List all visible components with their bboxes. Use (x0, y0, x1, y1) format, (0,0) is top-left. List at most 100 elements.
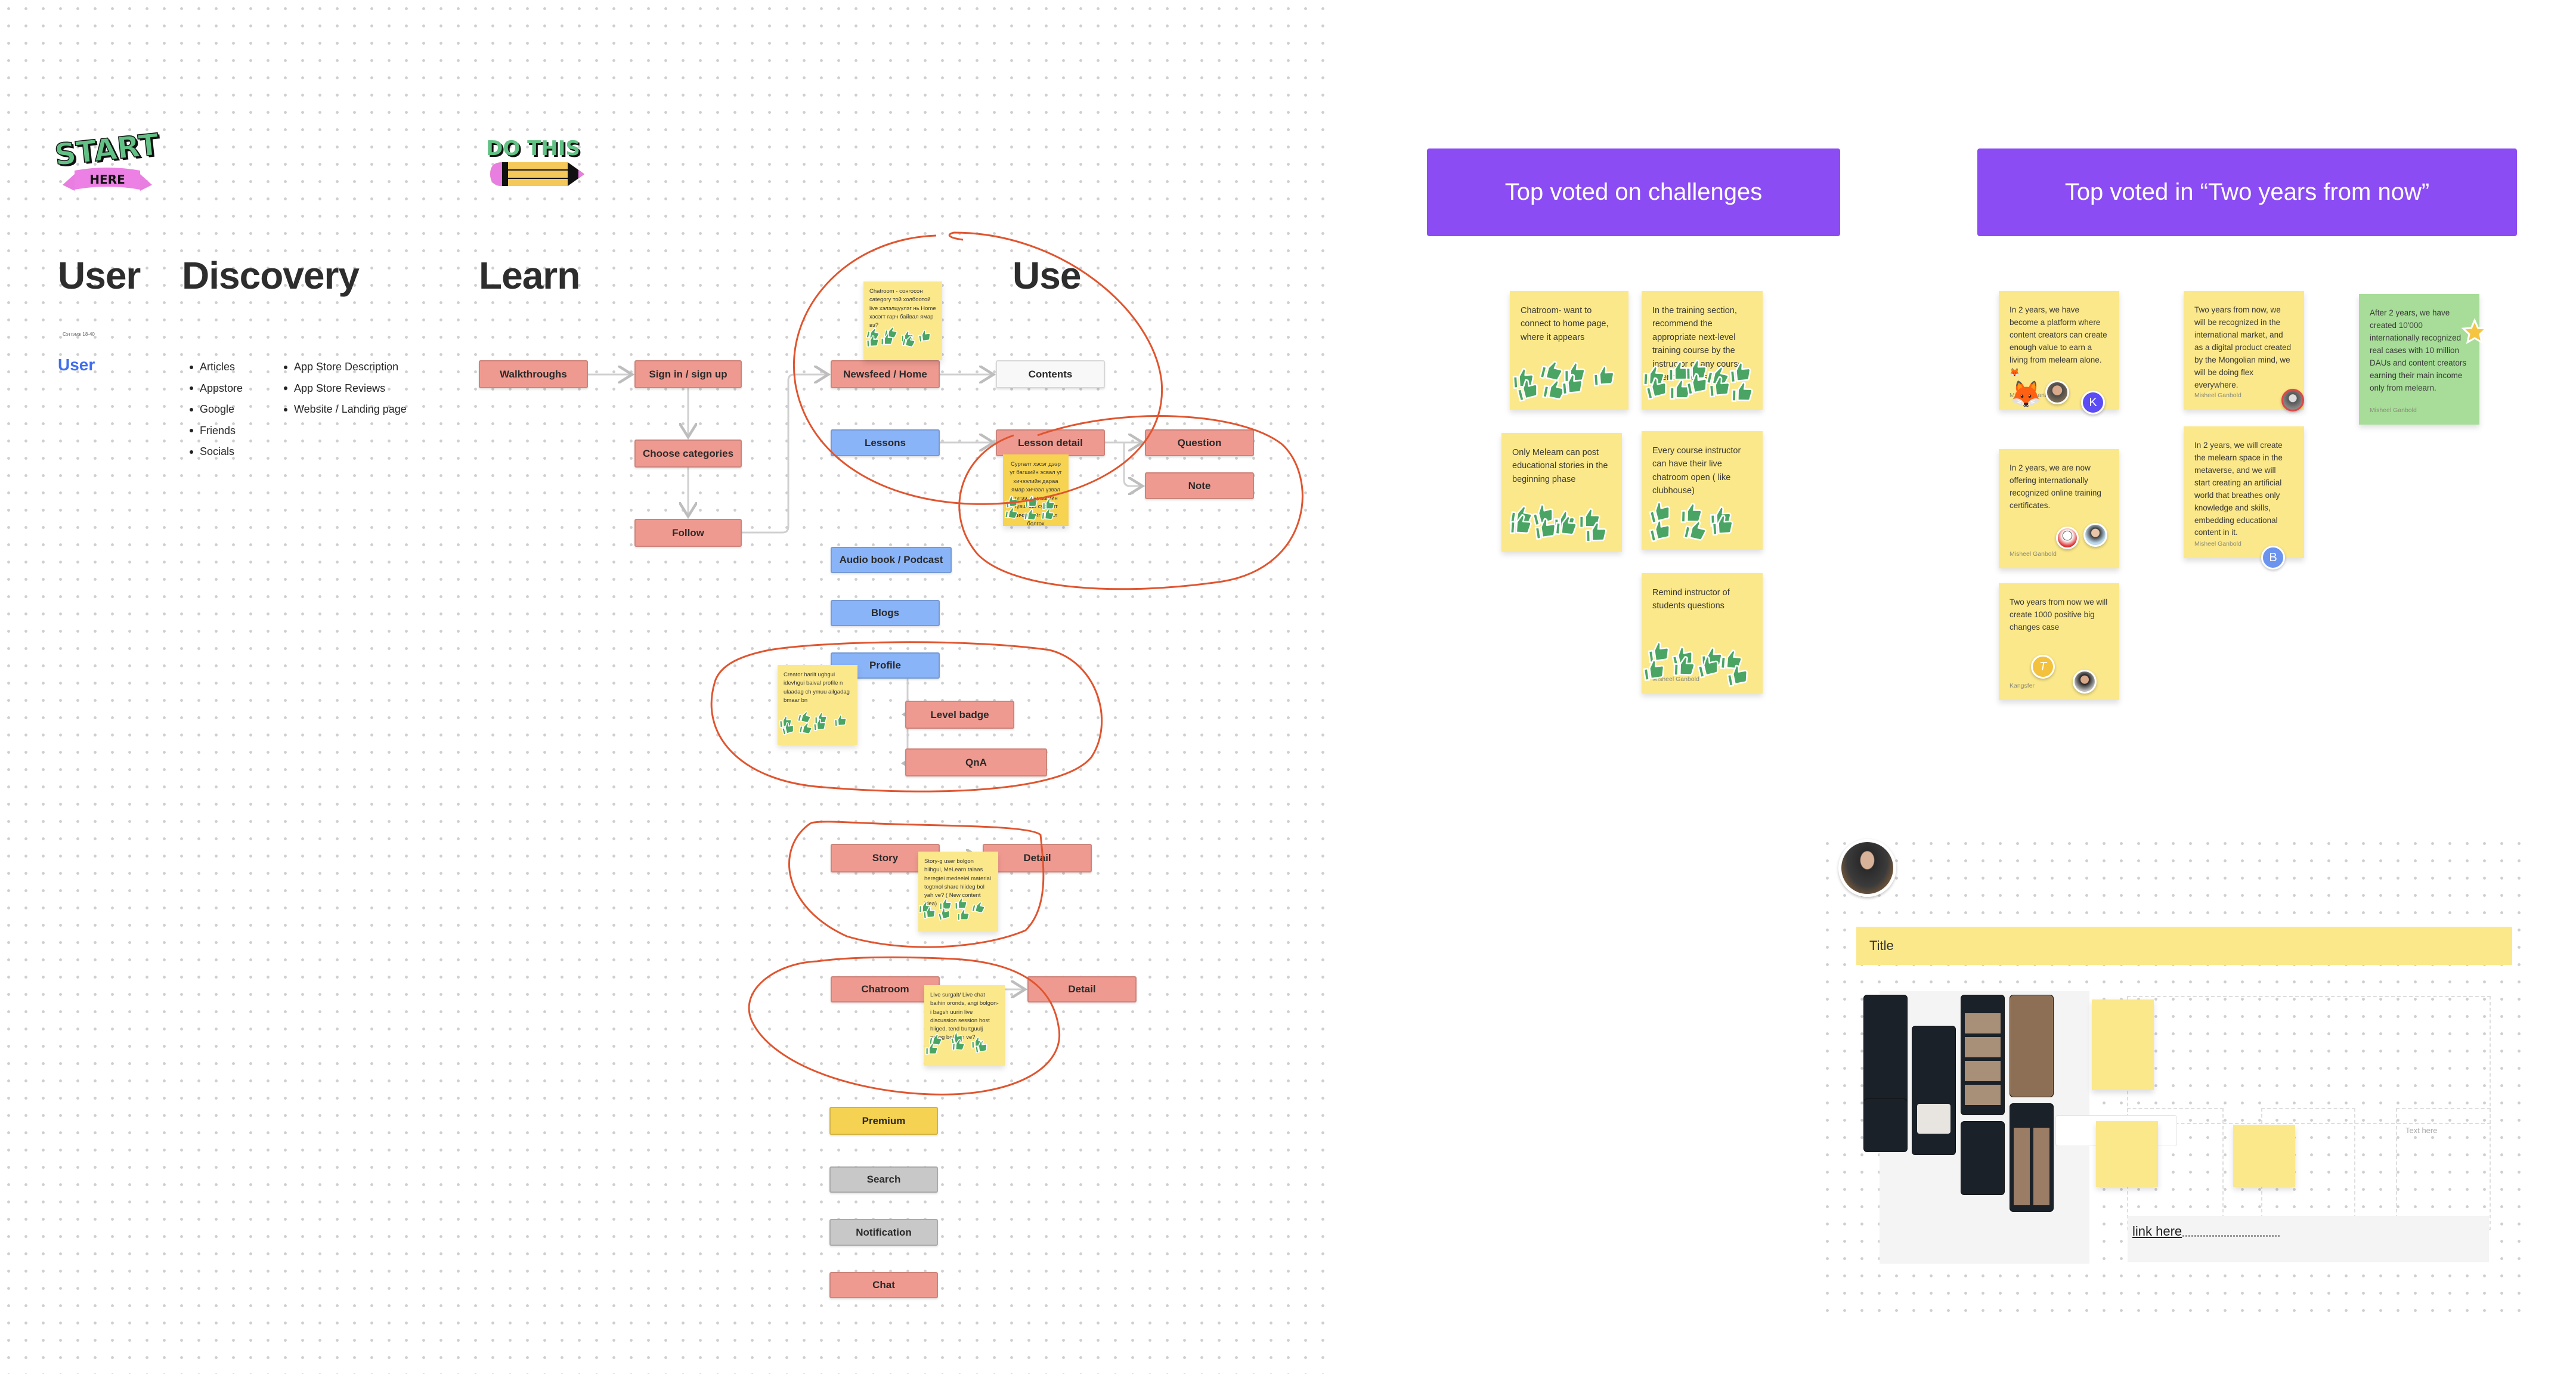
vote-stickers (924, 985, 1005, 1066)
flow-box-sign-in[interactable]: Sign in / sign up (634, 360, 742, 388)
flow-box-qna[interactable]: QnA (905, 748, 1047, 776)
voter-avatar (2045, 380, 2069, 404)
sticky-note-mood[interactable] (2092, 999, 2154, 1090)
vote-stickers (1510, 291, 1628, 410)
sticky-note-text: After 2 years, we have created 10'000 in… (2370, 308, 2467, 392)
flow-box-newsfeed[interactable]: Newsfeed / Home (831, 360, 940, 388)
sticky-note-text: In 2 years, we will create the melearn s… (2194, 441, 2283, 537)
sticky-note-mood[interactable] (2233, 1125, 2295, 1187)
sticky-note-challenge[interactable]: Chatroom- want to connect to home page, … (1510, 291, 1628, 410)
vote-stickers (1501, 433, 1622, 552)
flow-box-question[interactable]: Question (1145, 429, 1254, 456)
thumbs-up-icon (1025, 496, 1038, 508)
sticky-note-story[interactable]: Story-g user bolgon hiihgui, MeLearn tal… (918, 852, 998, 932)
connector (742, 375, 828, 534)
thumbs-up-icon (918, 330, 931, 343)
sticky-author: Kangsfer (2010, 682, 2035, 689)
flow-box-walkthroughs[interactable]: Walkthroughs (479, 360, 588, 388)
sticky-note-profile[interactable]: Creator harilt ughgui idevhgui baival pr… (778, 665, 857, 745)
voter-avatar (2073, 670, 2097, 694)
thumbs-up-icon (937, 908, 950, 921)
sticky-note-text: Two years from now, we will be recognize… (2194, 305, 2292, 389)
thumbs-up-icon (956, 908, 970, 921)
flow-box-chat[interactable]: Chat (829, 1272, 938, 1298)
flow-box-level-badge[interactable]: Level badge (905, 701, 1014, 729)
sticky-author: Misheel Ganbold (2370, 406, 2417, 414)
thumbs-up-icon (1586, 522, 1608, 543)
vote-stickers (1003, 454, 1069, 526)
sticky-note-vision[interactable]: Two years from now we will create 1000 p… (1999, 583, 2119, 700)
sticky-note-challenge[interactable]: In the training section, recommend the a… (1642, 291, 1763, 410)
profile-avatar[interactable] (1838, 839, 1896, 897)
flow-box-search[interactable]: Search (829, 1166, 938, 1193)
voter-avatar (2083, 523, 2107, 547)
challenges-header: Top voted on challenges (1427, 148, 1840, 236)
thumbs-up-icon (1041, 508, 1054, 520)
sticky-note-challenge[interactable]: Remind instructor of students questions … (1642, 573, 1763, 694)
flow-box-chatroom-detail[interactable]: Detail (1027, 976, 1137, 1002)
text-placeholder: Text here (2405, 1126, 2438, 1135)
sticky-note-lesson-detail[interactable]: Сургалт хэсэг дээр уг багшийн эсвал уг х… (1003, 454, 1069, 527)
vote-stickers (863, 281, 942, 360)
thumbs-up-icon (1005, 507, 1018, 519)
thumbs-up-icon (974, 1041, 987, 1054)
sticky-note-vision[interactable]: In 2 years, we are now offering internat… (1999, 449, 2119, 568)
vote-stickers (918, 852, 998, 932)
thumbs-up-icon (881, 333, 893, 345)
link-here[interactable]: link here (2132, 1224, 2182, 1239)
sticky-note-mood[interactable] (2096, 1121, 2158, 1187)
sticky-note-chatroom[interactable]: Live surgalt/ Live chat baihin oronds, a… (924, 985, 1005, 1066)
flow-box-lesson-detail[interactable]: Lesson detail (996, 429, 1105, 456)
sticky-author: Misheel Ganbold (2194, 540, 2241, 547)
title-bar[interactable]: Title (1856, 927, 2512, 965)
flow-box-choose-categories[interactable]: Choose categories (634, 440, 742, 468)
thumbs-up-icon (952, 1038, 965, 1051)
sticky-author: Misheel Ganbold (2194, 391, 2241, 399)
flow-box-follow[interactable]: Follow (634, 519, 742, 547)
text-placeholder-frame[interactable]: Text here (2396, 1108, 2491, 1230)
thumbs-up-icon (1731, 381, 1753, 402)
flow-box-lessons[interactable]: Lessons (831, 429, 940, 456)
sticky-note-vision[interactable]: In 2 years, we have become a platform wh… (1999, 291, 2119, 414)
flow-box-note[interactable]: Note (1145, 472, 1254, 499)
app-screenshot (2010, 1103, 2054, 1212)
star-icon (2461, 318, 2488, 345)
sticky-note-text: In 2 years, we have become a platform wh… (2010, 305, 2107, 377)
flow-box-audio-book[interactable]: Audio book / Podcast (831, 547, 952, 573)
thumbs-up-icon (798, 722, 813, 734)
thumbs-up-icon (1708, 376, 1730, 398)
voter-avatar-k: K (2081, 391, 2105, 414)
flow-box-chatroom[interactable]: Chatroom (831, 976, 940, 1002)
thumbs-up-icon (834, 714, 847, 727)
sticky-note-newsfeed[interactable]: Chatroom - сонгосон category той холбоот… (863, 281, 942, 360)
text-placeholder-frame[interactable] (2127, 996, 2491, 1124)
flow-box-premium[interactable]: Premium (829, 1107, 938, 1135)
sticky-note-vision[interactable]: Two years from now, we will be recognize… (2184, 291, 2304, 411)
flow-box-blogs[interactable]: Blogs (831, 600, 940, 626)
connector (1123, 442, 1143, 486)
fox-emoji-sticker: 🦊 (2010, 380, 2042, 409)
sticky-note-challenge[interactable]: Every course instructor can have their l… (1642, 431, 1763, 550)
thumbs-up-icon (1697, 656, 1719, 679)
thumbs-up-icon (925, 1042, 938, 1055)
sticky-note-vision-winner[interactable]: After 2 years, we have created 10'000 in… (2359, 294, 2488, 425)
flow-box-contents[interactable]: Contents (996, 360, 1105, 388)
vote-stickers (1642, 573, 1763, 694)
thumbs-up-icon (1509, 514, 1532, 534)
sticky-note-vision[interactable]: In 2 years, we will create the melearn s… (2184, 426, 2304, 570)
flow-box-story-detail[interactable]: Detail (983, 844, 1092, 872)
flow-box-notification[interactable]: Notification (829, 1219, 938, 1246)
thumbs-up-icon (1555, 515, 1577, 536)
thumbs-up-icon (1686, 373, 1708, 396)
title-bar-label: Title (1869, 938, 1894, 953)
flow-connectors (588, 0, 1371, 1374)
two-years-header: Top voted in “Two years from now” (1977, 148, 2517, 236)
thumbs-up-icon (866, 335, 879, 348)
sticky-author: Misheel Ganbold (2010, 550, 2057, 558)
app-screenshot (1912, 1026, 1956, 1155)
app-screenshot (1863, 995, 1908, 1108)
thumbs-up-icon (971, 901, 986, 914)
sticky-note-challenge[interactable]: Only Melearn can post educational storie… (1501, 433, 1622, 552)
thumbs-up-icon (902, 335, 915, 347)
thumbs-up-icon (1561, 373, 1583, 395)
